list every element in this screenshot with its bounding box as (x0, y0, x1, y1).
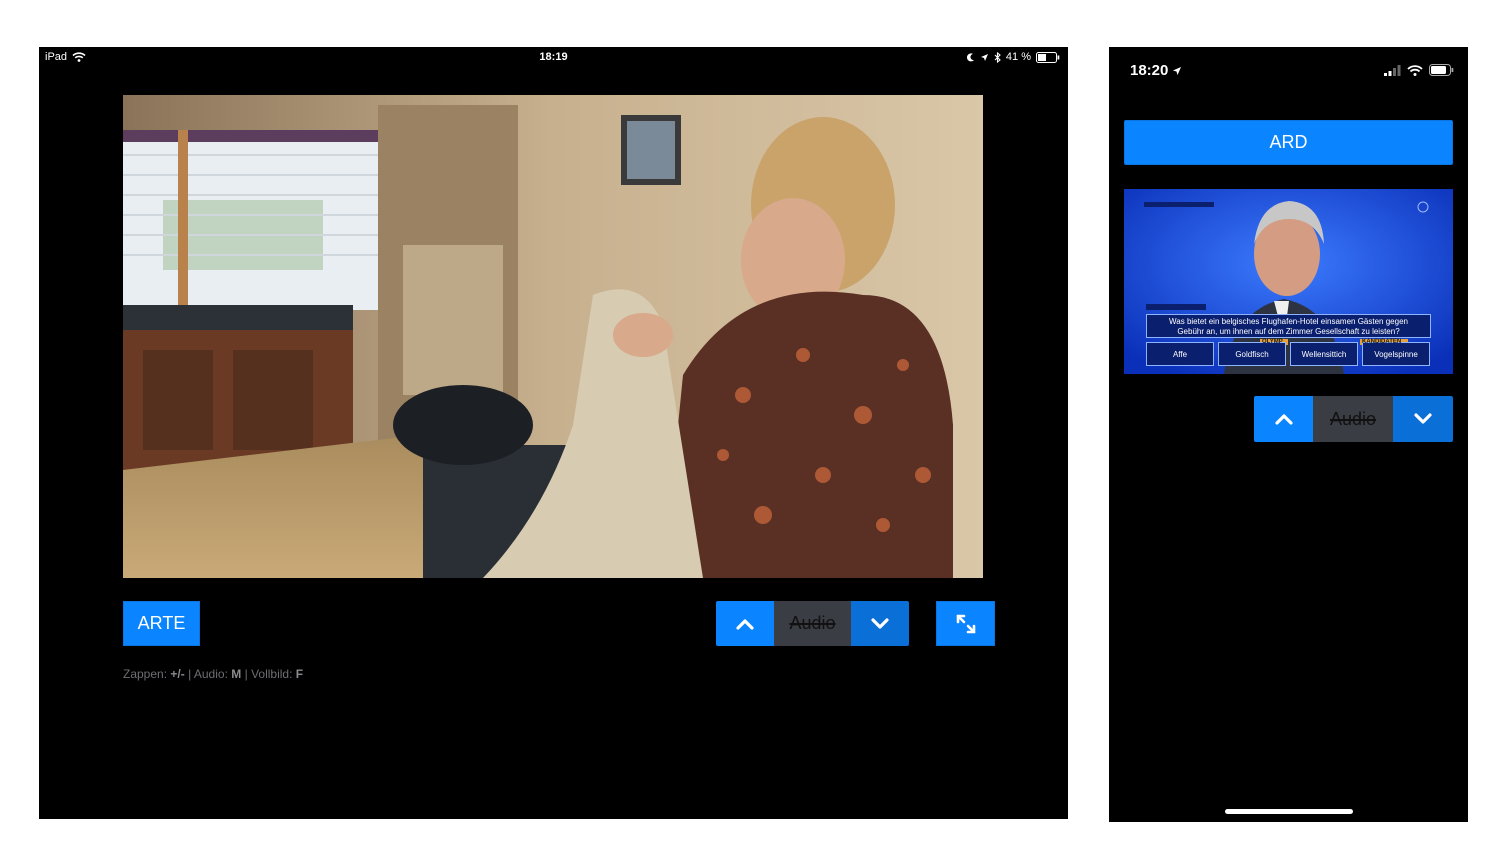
ipad-screen: iPad 18:19 41 % ARTE Audio Zappen: +/- |… (39, 47, 1068, 819)
cellular-signal-icon (1384, 64, 1401, 76)
channel-label: ARTE (137, 613, 186, 633)
hint-vollbild-key: F (295, 667, 304, 681)
quiz-question-line: Was bietet ein belgisches Flughafen-Hote… (1169, 317, 1408, 326)
location-arrow-icon (1173, 66, 1182, 75)
audio-label: Audio (1329, 408, 1377, 429)
audio-toggle-button[interactable]: Audio (774, 601, 851, 646)
battery-percent: 41 % (1005, 51, 1031, 63)
moon-icon (966, 52, 974, 61)
hint-audio-label: Audio: (193, 667, 228, 681)
audio-control: Audio (716, 601, 909, 646)
hint-separator: | (188, 667, 192, 681)
audio-toggle-button[interactable]: Audio (1313, 396, 1393, 442)
channel-label: ARD (1269, 132, 1308, 152)
quiz-answer: Vogelspinne (1362, 342, 1430, 366)
chevron-down-icon (871, 617, 889, 629)
channel-up-button[interactable] (716, 601, 774, 646)
iphone-screen: 18:20 ARD Was bietet ein belgisches Flug… (1109, 47, 1468, 822)
iphone-clock: 18:20 (1130, 62, 1169, 79)
channel-down-button[interactable] (851, 601, 909, 646)
video-frame-image (123, 95, 983, 578)
home-indicator[interactable] (1225, 809, 1353, 814)
chevron-up-icon (1274, 414, 1293, 425)
chevron-up-icon (736, 618, 754, 630)
ipad-status-bar: iPad 18:19 41 % (39, 47, 1068, 67)
quiz-answer: Wellensittich (1290, 342, 1358, 366)
expand-icon (956, 614, 975, 633)
hint-separator: | (244, 667, 248, 681)
quiz-answer: Goldfisch (1218, 342, 1286, 366)
audio-control: Audio (1254, 396, 1453, 442)
iphone-status-bar: 18:20 (1109, 47, 1468, 87)
audio-label: Audio (789, 613, 836, 633)
hint-zappen-key: +/- (170, 667, 185, 681)
chevron-down-icon (1414, 413, 1432, 424)
battery-icon (1429, 64, 1454, 76)
quiz-label-olymp: OLYMP (1262, 339, 1283, 345)
location-arrow-icon (980, 53, 988, 61)
quiz-question: Was bietet ein belgisches Flughafen-Hote… (1146, 314, 1431, 338)
channel-button[interactable]: ARD (1124, 120, 1453, 165)
fullscreen-button[interactable] (936, 601, 995, 646)
hint-audio-key: M (231, 667, 242, 681)
video-player[interactable] (123, 95, 983, 578)
video-thumbnail[interactable]: Was bietet ein belgisches Flughafen-Hote… (1124, 189, 1453, 374)
hint-zappen-label: Zappen: (123, 667, 168, 681)
quiz-question-line: Gebühr an, um ihnen auf dem Zimmer Gesel… (1177, 327, 1400, 336)
battery-icon (1036, 51, 1060, 63)
hint-vollbild-label: Vollbild: (251, 667, 293, 681)
channel-up-button[interactable] (1254, 396, 1313, 442)
keyboard-hints: Zappen: +/- | Audio: M | Vollbild: F (123, 667, 303, 681)
ipad-clock: 18:19 (539, 51, 568, 63)
quiz-label-kandidaten: KANDIDATEN (1362, 339, 1402, 345)
wifi-icon (1407, 64, 1423, 76)
channel-down-button[interactable] (1393, 396, 1453, 442)
bluetooth-icon (994, 51, 1001, 63)
channel-button[interactable]: ARTE (123, 601, 200, 646)
quiz-answer: Affe (1146, 342, 1214, 366)
